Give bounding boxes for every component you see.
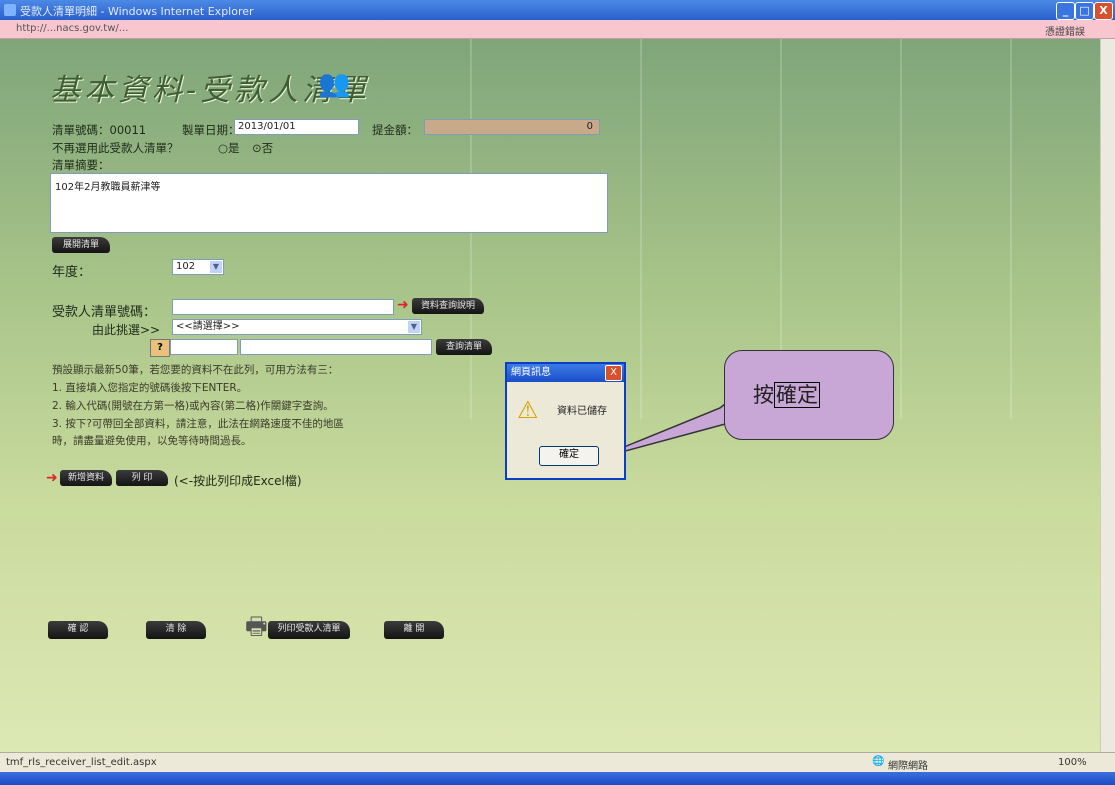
window-title: 受款人清單明細 - Windows Internet Explorer xyxy=(20,5,254,18)
pick-select[interactable]: <<請選擇>> ▼ xyxy=(172,319,422,335)
callout-boxed-text: 確定 xyxy=(774,382,820,408)
print-button[interactable]: 列 印 xyxy=(116,470,168,486)
dialog-ok-button[interactable]: 確定 xyxy=(539,446,599,466)
query-list-button[interactable]: 查詢清單 xyxy=(436,339,492,355)
printer-icon: 🖶 xyxy=(245,612,268,640)
payee-number-input[interactable] xyxy=(172,299,394,315)
globe-icon: 🌐 xyxy=(872,756,885,767)
tip-line: 1. 直接填入您指定的號碼後按下ENTER。 xyxy=(52,382,248,394)
data-query-help-button[interactable]: 資料查詢說明 xyxy=(412,298,484,314)
tip-line: 預設顯示最新50筆，若您要的資料不在此列，可用方法有三： xyxy=(52,364,339,376)
date-input[interactable]: 2013/01/01 xyxy=(234,119,359,135)
year-select-value: 102 xyxy=(176,261,196,272)
callout-prefix: 按 xyxy=(753,383,774,407)
dialog-message: 資料已儲存 xyxy=(557,406,607,417)
warning-icon: ⚠ xyxy=(517,396,539,424)
clear-button[interactable]: 清 除 xyxy=(146,621,206,639)
summary-textarea[interactable]: 102年2月教職員薪津等 xyxy=(50,173,608,233)
exit-button[interactable]: 離 開 xyxy=(384,621,444,639)
pick-label: 由此挑選>> xyxy=(92,323,161,337)
tip-line: 2. 輸入代碼(開號在方第一格)或內容(第二格)作關鍵字查詢。 xyxy=(52,400,334,412)
maximize-button[interactable]: □ xyxy=(1075,2,1094,20)
year-label: 年度： xyxy=(52,265,92,280)
content-search-input[interactable] xyxy=(240,339,432,355)
confirm-button[interactable]: 確 認 xyxy=(48,621,108,639)
arrow-right-icon: ➜ xyxy=(397,297,409,313)
total-label: 提金額： xyxy=(372,123,418,137)
date-label: 製單日期： xyxy=(182,123,240,137)
zone-text: 網際網路 xyxy=(888,761,928,772)
chevron-down-icon[interactable]: ▼ xyxy=(408,321,420,333)
summary-label: 清單摘要： xyxy=(52,158,110,172)
print-payee-list-button[interactable]: 列印受款人清單 xyxy=(268,621,350,639)
payee-number-label: 受款人清單號碼： xyxy=(52,305,157,320)
instruction-callout: 按確定 xyxy=(724,350,894,440)
url-text[interactable]: http://...nacs.gov.tw/... xyxy=(16,23,128,34)
radio-yes-label: 是 xyxy=(228,141,240,155)
add-data-button[interactable]: 新增資料 xyxy=(60,470,112,486)
list-number-label: 清單號碼：00011 xyxy=(52,123,147,137)
window-titlebar: 受款人清單明細 - Windows Internet Explorer _ □ … xyxy=(0,0,1115,20)
chevron-down-icon[interactable]: ▼ xyxy=(210,261,222,273)
message-dialog: 網頁訊息 X ⚠ 資料已儲存 確定 xyxy=(505,362,626,480)
ie-icon xyxy=(4,4,16,16)
zoom-control[interactable]: 100% xyxy=(1058,757,1087,768)
cert-error-button[interactable]: 憑證錯誤 xyxy=(1045,23,1085,38)
tip-line: 3. 按下?可帶回全部資料，請注意，此法在網路速度不佳的地區 xyxy=(52,418,344,430)
show-all-button[interactable]: ? xyxy=(150,339,170,357)
status-bar: tmf_rls_receiver_list_edit.aspx 🌐 網際網路 1… xyxy=(0,752,1115,773)
arrow-right-icon: ➜ xyxy=(46,470,58,486)
total-input: 0 xyxy=(424,119,600,135)
radio-no-label: 否 xyxy=(261,141,274,155)
status-url: tmf_rls_receiver_list_edit.aspx xyxy=(6,757,157,768)
minimize-button[interactable]: _ xyxy=(1056,2,1075,20)
print-hint: (<-按此列印成Excel檔) xyxy=(174,474,302,488)
vertical-scrollbar[interactable] xyxy=(1100,39,1115,752)
expand-list-button[interactable]: 展開清單 xyxy=(52,237,110,253)
year-select[interactable]: 102 ▼ xyxy=(172,259,224,275)
radio-no[interactable]: ⊙否 xyxy=(252,140,273,156)
address-bar[interactable]: http://...nacs.gov.tw/... 憑證錯誤 xyxy=(0,20,1115,39)
reuse-question-label: 不再選用此受款人清單？ xyxy=(52,141,179,155)
tip-line: 時，請盡量避免使用，以免等待時間過長。 xyxy=(52,435,252,447)
radio-yes[interactable]: ○是 xyxy=(218,140,240,156)
close-window-button[interactable]: X xyxy=(1094,2,1113,20)
pick-select-value: <<請選擇>> xyxy=(176,321,240,332)
code-search-input[interactable] xyxy=(170,339,238,355)
dialog-close-button[interactable]: X xyxy=(605,365,622,381)
taskbar xyxy=(0,772,1115,785)
people-icon: 👥 xyxy=(318,69,351,99)
